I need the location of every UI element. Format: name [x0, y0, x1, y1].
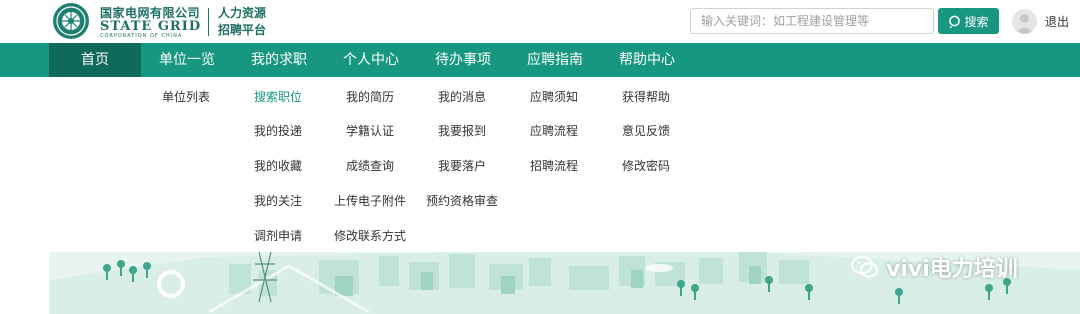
top-header: 国家电网有限公司 STATE GRID CORPORATION OF CHINA… [0, 0, 1080, 43]
nav-my-job-search[interactable]: 我的求职 [233, 43, 325, 77]
submenu-my-favorites[interactable]: 我的收藏 [254, 157, 302, 174]
logout-link[interactable]: 退出 [1045, 13, 1069, 30]
nav-help[interactable]: 帮助中心 [601, 43, 693, 77]
watermark-text: vivi电力培训 [886, 257, 1018, 282]
wechat-icon [851, 256, 878, 278]
submenu-my-messages[interactable]: 我的消息 [438, 88, 486, 105]
submenu-application-notice[interactable]: 应聘须知 [530, 88, 578, 105]
company-name-en: STATE GRID [100, 19, 202, 34]
submenu-upload-attachment[interactable]: 上传电子附件 [334, 192, 406, 209]
submenu-score-query[interactable]: 成绩查询 [346, 157, 394, 174]
platform-title-line1: 人力资源 [218, 6, 267, 20]
search-icon [949, 15, 961, 28]
submenu-search-jobs[interactable]: 搜索职位 [254, 88, 302, 105]
submenu-edit-contact[interactable]: 修改联系方式 [334, 227, 406, 244]
platform-title-line2: 招聘平台 [218, 23, 267, 37]
submenu-unit-list[interactable]: 单位列表 [162, 88, 210, 105]
submenu-qualification-review[interactable]: 预约资格审查 [426, 192, 498, 209]
nav-todo[interactable]: 待办事项 [417, 43, 509, 77]
company-name-en-sub: CORPORATION OF CHINA [100, 33, 183, 39]
submenu-change-password[interactable]: 修改密码 [622, 157, 670, 174]
nav-home[interactable]: 首页 [49, 43, 141, 77]
state-grid-logo [53, 3, 89, 39]
nav-guide[interactable]: 应聘指南 [509, 43, 601, 77]
main-nav: 首页 单位一览 我的求职 个人中心 待办事项 应聘指南 帮助中心 [0, 43, 1080, 77]
search-button-label: 搜索 [964, 14, 989, 29]
submenu-my-resume[interactable]: 我的简历 [346, 88, 394, 105]
submenu-my-follows[interactable]: 我的关注 [254, 192, 302, 209]
search-button[interactable]: 搜索 [938, 8, 999, 34]
user-avatar[interactable] [1012, 9, 1037, 34]
nav-personal-center[interactable]: 个人中心 [325, 43, 417, 77]
submenu-report[interactable]: 我要报到 [438, 122, 486, 139]
submenu-settle[interactable]: 我要落户 [438, 157, 486, 174]
submenu-application-process[interactable]: 应聘流程 [530, 122, 578, 139]
submenu-get-help[interactable]: 获得帮助 [622, 88, 670, 105]
submenu-transfer-application[interactable]: 调剂申请 [254, 227, 302, 244]
search-input[interactable] [690, 8, 934, 34]
submenu-my-applications[interactable]: 我的投递 [254, 122, 302, 139]
nav-units[interactable]: 单位一览 [141, 43, 233, 77]
submenu-feedback[interactable]: 意见反馈 [622, 122, 670, 139]
submenu-recruitment-process[interactable]: 招聘流程 [530, 157, 578, 174]
watermark: vivi电力培训 [850, 252, 1018, 282]
user-icon [1015, 14, 1034, 34]
brand-divider [208, 8, 209, 36]
nav-dropdown-panel: 单位列表 搜索职位 我的投递 我的收藏 我的关注 调剂申请 我的简历 学籍认证 … [49, 77, 1080, 252]
submenu-academic-verification[interactable]: 学籍认证 [346, 122, 394, 139]
